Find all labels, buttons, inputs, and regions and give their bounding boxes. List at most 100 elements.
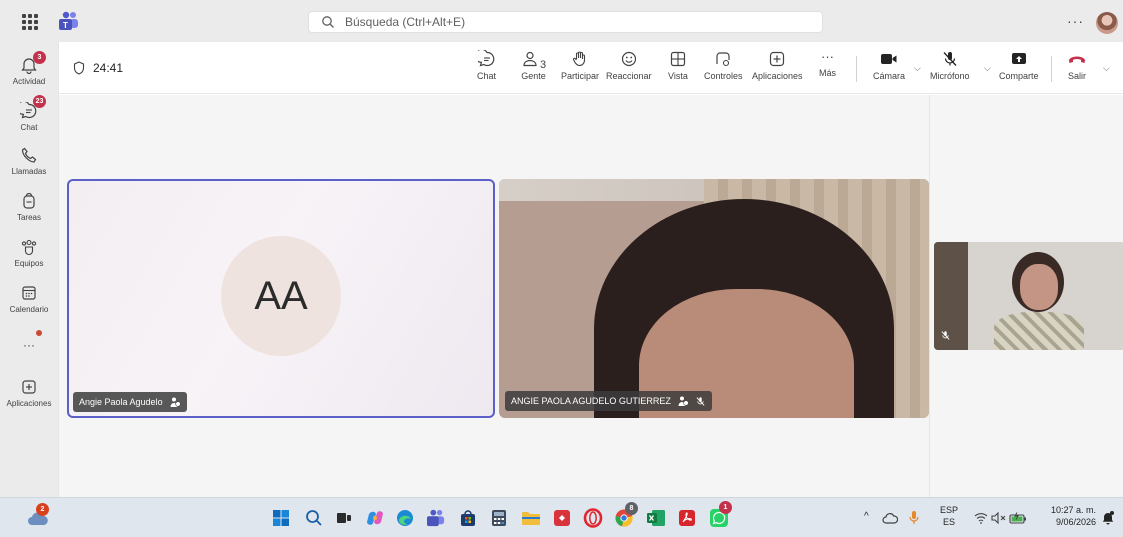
user-avatar[interactable] [1096,12,1118,34]
participant-name-b: ANGIE PAOLA AGUDELO GUTIERREZ [511,396,671,406]
tray-microphone[interactable] [905,507,923,529]
taskbar-search-button[interactable] [303,507,325,529]
tray-onedrive[interactable] [881,507,899,529]
rail-item-chat[interactable]: Chat 23 [0,95,58,132]
self-view-video[interactable] [934,242,1123,350]
rail-item-apps[interactable]: Aplicaciones [0,378,58,408]
opera-browser-icon [583,508,603,528]
controls-button[interactable]: Controles [704,50,743,81]
view-label: Vista [668,71,688,81]
chrome-badge: 8 [625,502,638,515]
more-options-button[interactable]: ··· [1067,13,1084,29]
app-launcher-icon[interactable] [22,14,38,30]
more-actions-button[interactable]: ··· Más [819,50,837,79]
rail-label-calls: Llamadas [11,167,47,176]
edge-app[interactable] [394,507,416,529]
search-icon [322,16,334,28]
participant-tile-angie-paola-agudelo-gutierrez[interactable]: ANGIE PAOLA AGUDELO GUTIERREZ [499,179,929,418]
chat-icon [477,50,494,67]
volume-muted-icon [991,512,1006,524]
camera-label: Cámara [873,71,906,81]
chat-badge: 23 [33,95,46,108]
show-hidden-icons-chevron-icon[interactable]: ^ [864,511,869,523]
wifi-icon [974,513,988,524]
camera-button[interactable]: Cámara [873,50,905,81]
notification-bell-icon [1102,511,1114,525]
video-stage: AA Angie Paola Agudelo ANGIE PAOLA AGUDE… [59,95,929,497]
view-button[interactable]: Vista [668,50,688,81]
shield-icon [73,61,85,75]
whatsapp-app[interactable]: 1 [708,501,732,529]
self-view-face [1020,264,1058,310]
more-label: Más [819,68,837,78]
rail-label-apps: Aplicaciones [6,399,52,408]
people-label: Gente [521,71,546,81]
tray-volume[interactable] [990,507,1008,529]
acrobat-app[interactable] [676,507,698,529]
opera-app[interactable] [582,507,604,529]
raise-hand-icon [572,51,586,67]
rail-label-teams: Equipos [14,259,44,268]
apps-label: Aplicaciones [752,71,803,81]
calendar-icon [22,286,36,300]
chat-button[interactable]: Chat [477,50,496,81]
mic-off-icon [696,396,705,406]
add-apps-icon [22,380,36,394]
meeting-timer: 24:41 [73,61,123,75]
rail-label-activity: Actividad [12,77,46,86]
rail-item-more[interactable]: ··· [0,338,58,352]
people-button[interactable]: 3 Gente [521,50,546,81]
raise-hand-button[interactable]: Participar [561,50,599,81]
excel-app[interactable] [645,507,667,529]
mic-off-icon [941,331,950,340]
share-button[interactable]: Comparte [999,50,1039,81]
react-button[interactable]: Reaccionar [606,50,652,81]
apps-button[interactable]: Aplicaciones [752,50,803,81]
store-app[interactable] [457,507,479,529]
phone-icon [21,147,37,163]
anydesk-app[interactable] [551,507,573,529]
rail-label-calendar: Calendario [9,305,49,314]
participant-tile-angie-paola-agudelo[interactable]: AA Angie Paola Agudelo [67,179,495,418]
weather-widget[interactable]: 2 [27,503,49,529]
copilot-app[interactable] [364,507,386,529]
calculator-app[interactable] [488,507,510,529]
rail-item-teams[interactable]: Equipos [0,238,58,268]
windows-taskbar: 2 8 1 ^ ESP ES 10:27 a. m. 9/06/2026 [0,497,1123,537]
leave-button[interactable]: Salir [1067,50,1087,81]
smiley-icon [621,51,636,67]
tray-wifi[interactable] [973,507,989,529]
share-screen-icon [1011,53,1026,64]
mic-options-chevron-icon[interactable]: ⌵ [984,63,991,74]
react-label: Reaccionar [606,71,652,81]
tray-battery[interactable] [1008,507,1028,529]
rail-item-calendar[interactable]: Calendario [0,284,58,314]
camera-options-chevron-icon[interactable]: ⌵ [914,63,921,74]
start-button[interactable] [270,507,292,529]
search-icon [306,510,322,526]
remote-desktop-icon [554,510,570,526]
rail-item-activity[interactable]: Actividad 3 [0,51,58,86]
leave-options-chevron-icon[interactable]: ⌵ [1103,63,1110,74]
search-input[interactable]: Búsqueda (Ctrl+Alt+E) [308,11,823,33]
language-indicator[interactable]: ESP ES [940,504,958,528]
grid-view-icon [670,51,686,67]
cloud-sync-icon [882,513,898,524]
people-icon-group: 3 [521,50,546,71]
keyboard-layout: ES [943,517,956,527]
task-view-button[interactable] [333,507,355,529]
notifications-button[interactable] [1099,507,1117,529]
clock[interactable]: 10:27 a. m. 9/06/2026 [1044,504,1096,528]
rail-item-calls[interactable]: Llamadas [0,146,58,176]
rail-label-chat: Chat [20,123,38,132]
app-rail: Actividad 3 Chat 23 Llamadas Tareas Equi… [0,42,58,497]
whatsapp-badge: 1 [719,501,732,514]
rail-item-tasks[interactable]: Tareas [0,192,58,222]
chrome-app[interactable]: 8 [613,502,638,529]
teams-app[interactable] [425,507,447,529]
microphone-button[interactable]: Micrófono [930,50,970,81]
clock-time: 10:27 a. m. [1050,505,1096,515]
participant-name-tag-b: ANGIE PAOLA AGUDELO GUTIERREZ [505,391,712,411]
organizer-icon [170,397,181,407]
file-explorer-app[interactable] [520,507,542,529]
